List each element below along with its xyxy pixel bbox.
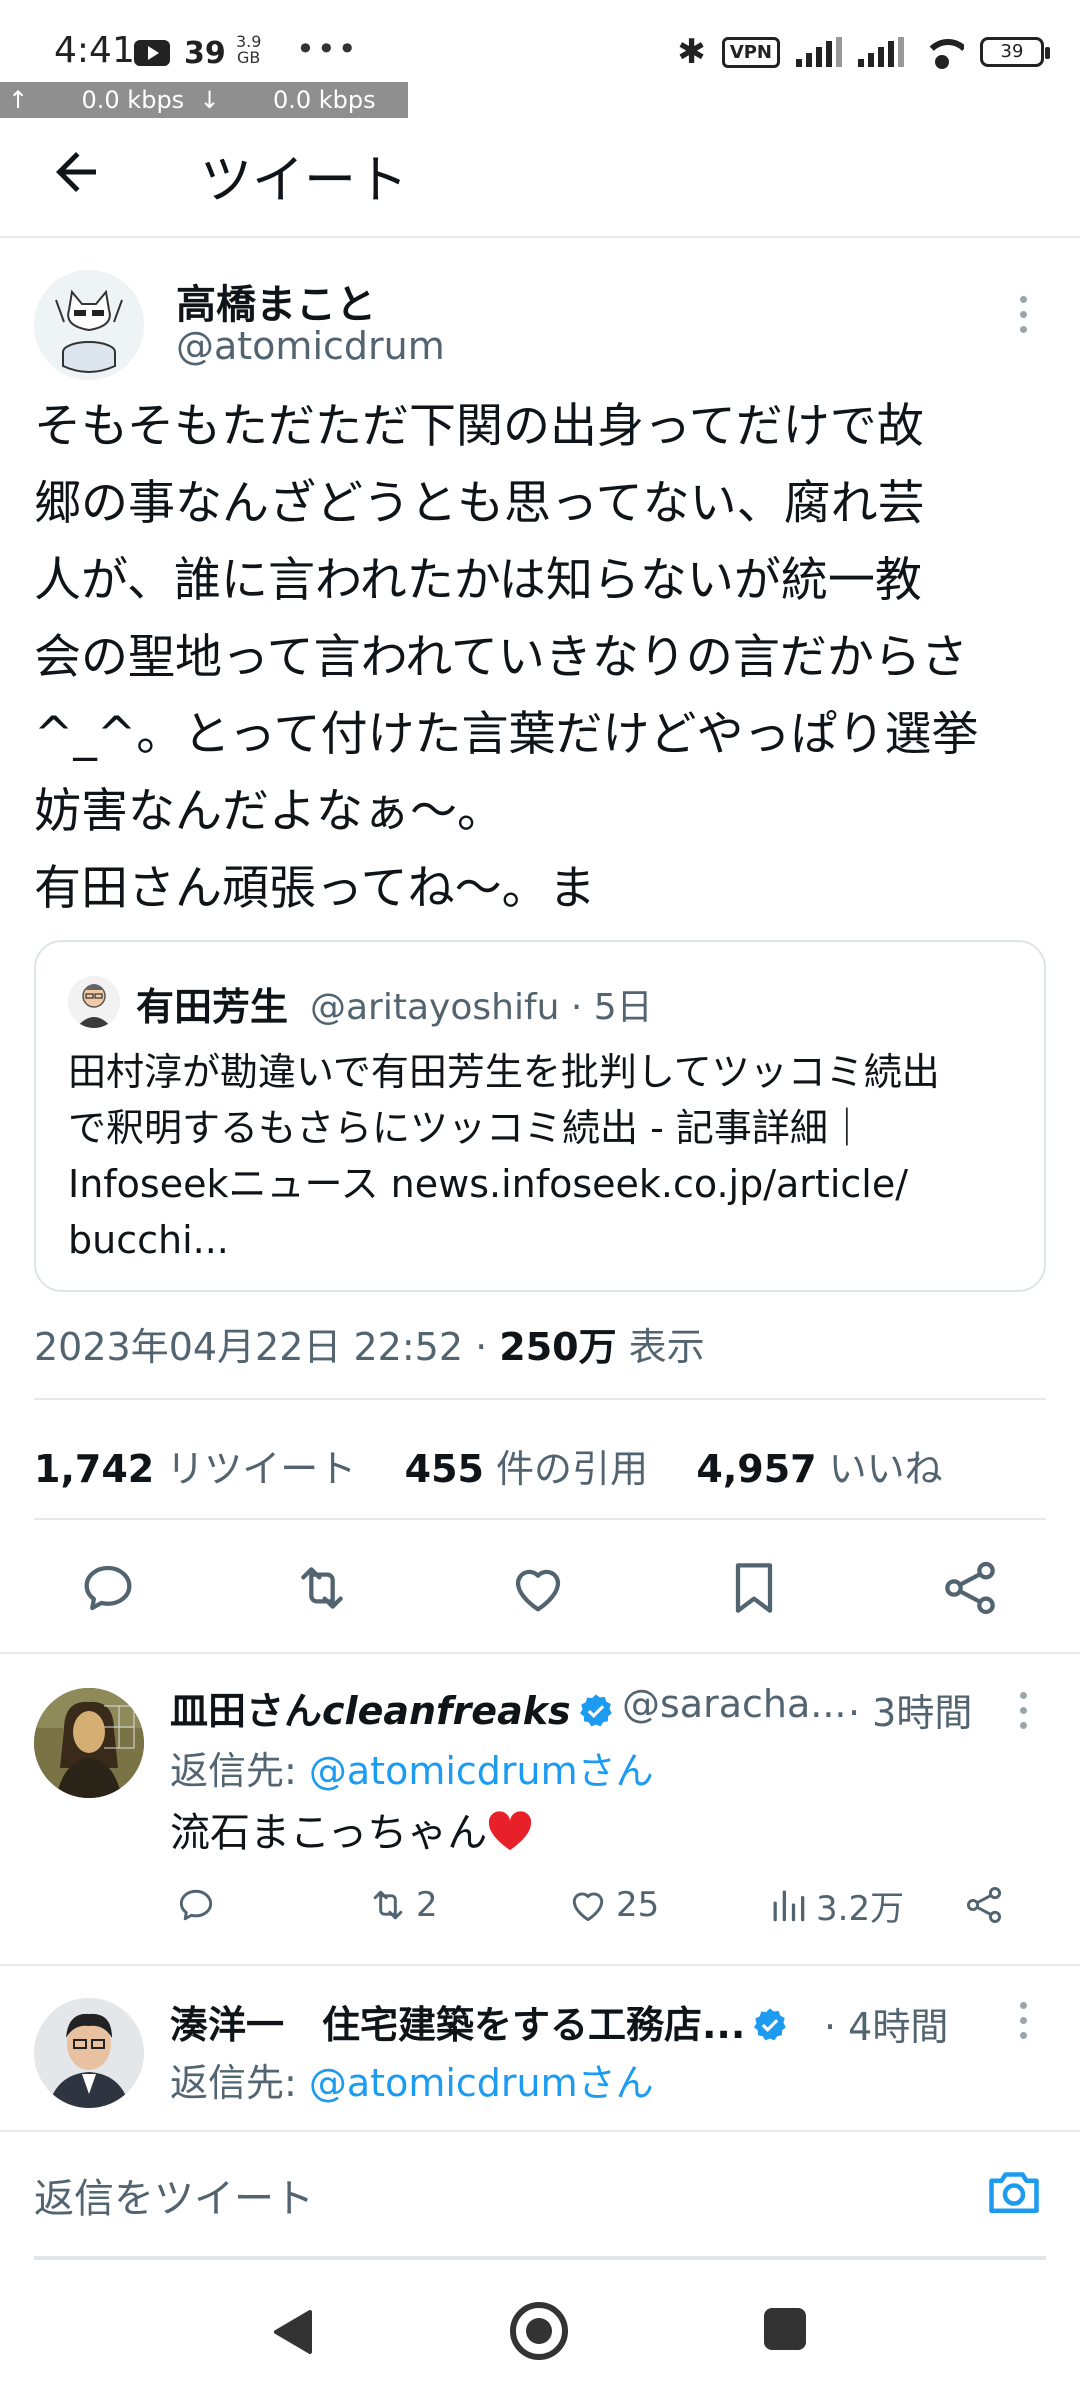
nav-back-icon[interactable]	[270, 2308, 314, 2356]
quoted-author-meta: @aritayoshifu · 5日	[310, 987, 653, 1028]
reply-icon	[179, 1889, 213, 1921]
reply-time: · 4時間	[824, 2005, 949, 2049]
likes-stat[interactable]: 4,957 いいね	[696, 1447, 942, 1491]
signal-icon-2	[858, 37, 904, 67]
share-icon	[966, 1887, 1002, 1923]
views-label: 表示	[616, 1325, 705, 1369]
reply-icon[interactable]	[76, 1556, 140, 1620]
bookmark-icon[interactable]	[722, 1556, 786, 1620]
reply-compose-bar[interactable]: 返信をツイート	[0, 2130, 1080, 2260]
share-icon[interactable]	[938, 1556, 1002, 1620]
author-handle[interactable]: @atomicdrum	[176, 324, 445, 368]
reply-retweet-button[interactable]: 2	[366, 1880, 438, 1930]
reply-to-line: 返信先: @atomicdrumさん	[170, 2052, 654, 2107]
quotes-stat[interactable]: 455 件の引用	[405, 1447, 648, 1491]
app-header: ツイート	[0, 118, 1080, 238]
more-notifications-icon: •••	[296, 30, 359, 68]
page-title: ツイート	[200, 151, 409, 211]
reply-author-avatar[interactable]	[34, 1688, 144, 1798]
notification-count: 39	[184, 36, 226, 71]
divider	[34, 1518, 1046, 1520]
reply-author-name-text: 湊洋一 住宅建築をする工務店...	[170, 2003, 746, 2047]
reply-like-count: 25	[616, 1885, 660, 1925]
tweet-text: そもそもただただ下関の出身ってだけで故 郷の事なんざどうとも思ってない、腐れ芸 …	[34, 399, 979, 916]
status-bar: 4:41 39 3.9 GB ••• ✱ VPN 39	[0, 0, 1080, 80]
verified-badge-icon	[754, 2008, 787, 2041]
reply-text: 流石まこっちゃん	[170, 1800, 533, 1858]
red-heart-emoji-icon	[489, 1811, 532, 1851]
vpn-icon: VPN	[721, 36, 780, 68]
retweets-label: リツイート	[154, 1447, 357, 1491]
network-speed: ↑ 0.0 kbps ↓ 0.0 kbps	[0, 82, 408, 118]
verified-badge-icon	[579, 1694, 612, 1727]
quotes-count: 455	[404, 1447, 484, 1491]
camera-icon[interactable]	[984, 2162, 1044, 2222]
quoted-tweet-card[interactable]: 有田芳生 @aritayoshifu · 5日 田村淳が勘違いで有田芳生を批判し…	[34, 940, 1046, 1292]
status-time: 4:41	[54, 30, 135, 71]
reply-to-line: 返信先: @atomicdrumさん	[170, 1740, 654, 1795]
reply-author-handle[interactable]: @saracha...	[622, 1682, 847, 1726]
retweet-icon[interactable]	[290, 1556, 354, 1620]
quotes-label: 件の引用	[483, 1447, 649, 1491]
reply-more-options-icon[interactable]	[1012, 1690, 1036, 1734]
back-arrow-icon[interactable]	[46, 142, 106, 202]
quoted-tweet-text: 田村淳が勘違いで有田芳生を批判してツッコミ続出 で釈明するもさらにツッコミ続出 …	[68, 1050, 940, 1262]
retweet-icon	[373, 1890, 403, 1920]
reply-author-name-prefix: 皿田さん	[170, 1689, 323, 1733]
reply-time: · 3時間	[848, 1691, 973, 1735]
battery-icon: 39	[980, 37, 1050, 67]
reply-author-name-italic: cleanfreaks	[322, 1689, 571, 1733]
reply-to-link[interactable]: @atomicdrumさん	[309, 1749, 654, 1793]
reply-views-button[interactable]: 3.2万	[766, 1880, 904, 1930]
author-name[interactable]: 高橋まこと	[176, 272, 376, 330]
reply-more-options-icon[interactable]	[1012, 2000, 1036, 2044]
quoted-author-avatar	[68, 976, 120, 1028]
nav-recents-icon[interactable]	[764, 2308, 806, 2350]
tweet-stats: 1,742 リツイート 455 件の引用 4,957 いいね	[34, 1438, 943, 1493]
likes-count: 4,957	[696, 1447, 817, 1491]
analytics-icon	[773, 1890, 805, 1922]
timestamp-date: 2023年04月22日 22:52 ·	[34, 1325, 500, 1369]
divider	[0, 1652, 1080, 1654]
system-navigation-bar	[0, 2260, 1080, 2400]
divider	[34, 1398, 1046, 1400]
storage-unit: GB	[237, 48, 261, 67]
reply-retweet-count: 2	[416, 1885, 438, 1925]
reply-to-label: 返信先:	[170, 1749, 309, 1793]
status-icons: ✱ VPN 39	[677, 32, 1050, 72]
wifi-icon	[920, 35, 964, 69]
reply-text-body: 流石まこっちゃん	[170, 1810, 488, 1856]
reply-action-bar: 2 25 3.2万	[170, 1880, 1050, 1940]
tweet-timestamp: 2023年04月22日 22:52 · 250万 表示	[34, 1316, 705, 1371]
reply-author-avatar[interactable]	[34, 1998, 144, 2108]
like-icon	[572, 1892, 604, 1922]
views-count: 250万	[499, 1325, 617, 1369]
storage-indicator: 3.9 GB	[236, 34, 261, 66]
like-icon[interactable]	[506, 1556, 570, 1620]
reply-author-name[interactable]: 湊洋一 住宅建築をする工務店...	[170, 1994, 789, 2049]
youtube-icon	[134, 40, 170, 66]
bluetooth-icon: ✱	[677, 32, 706, 72]
signal-icon	[796, 37, 842, 67]
retweets-count: 1,742	[34, 1447, 155, 1491]
reply-share-button[interactable]	[962, 1880, 1006, 1930]
reply-to-link[interactable]: @atomicdrumさん	[309, 2061, 654, 2105]
quoted-author-name: 有田芳生	[136, 985, 289, 1029]
retweets-stat[interactable]: 1,742 リツイート	[34, 1447, 356, 1491]
nav-home-icon[interactable]	[510, 2302, 568, 2360]
tweet-action-bar	[0, 1556, 1080, 1636]
reply-views-count: 3.2万	[816, 1888, 905, 1929]
likes-label: いいね	[816, 1447, 943, 1491]
reply-reply-button[interactable]	[174, 1880, 218, 1930]
reply-to-label: 返信先:	[170, 2061, 309, 2105]
divider	[0, 1964, 1080, 1966]
reply-author-name[interactable]: 皿田さんcleanfreaks	[170, 1680, 615, 1735]
reply-like-button[interactable]: 25	[566, 1880, 659, 1930]
reply-input[interactable]: 返信をツイート	[34, 2166, 314, 2224]
more-options-icon[interactable]	[1012, 294, 1036, 338]
author-avatar[interactable]	[34, 270, 144, 380]
